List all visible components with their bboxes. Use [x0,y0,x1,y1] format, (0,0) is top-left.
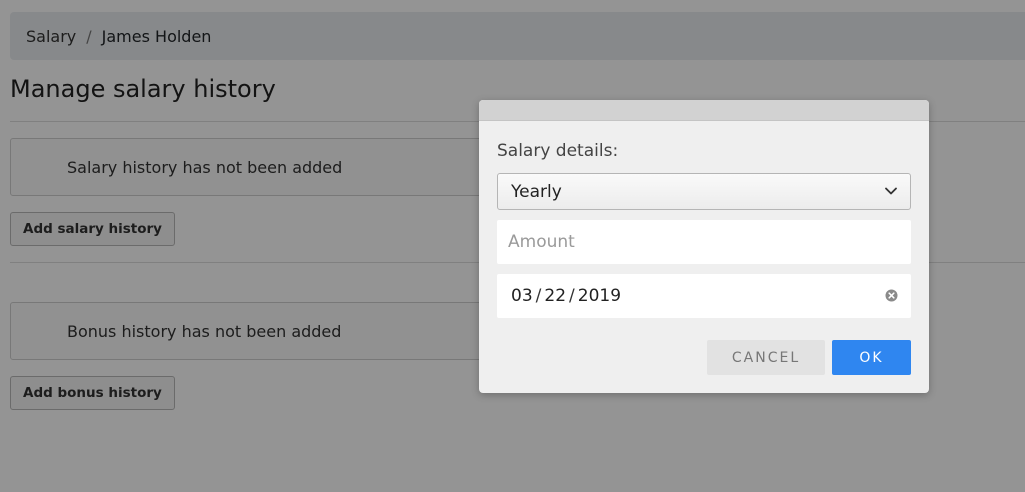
dialog-header [479,100,929,121]
salary-frequency-select[interactable]: Yearly [497,173,911,210]
amount-input[interactable]: Amount [497,220,911,264]
salary-details-label: Salary details: [497,141,619,161]
date-year[interactable]: 2019 [578,286,621,306]
clear-circle-icon[interactable] [885,289,898,302]
chevron-down-icon [885,187,897,195]
amount-placeholder: Amount [508,232,575,252]
date-month[interactable]: 03 [511,286,533,306]
date-separator: / [569,286,575,306]
date-separator: / [535,286,542,306]
date-day[interactable]: 22 [544,286,566,306]
salary-details-dialog: Salary details: Yearly Amount 03/22/2019… [479,100,929,393]
cancel-button[interactable]: CANCEL [707,340,825,375]
ok-button[interactable]: OK [832,340,911,375]
page: Salary / James Holden Manage salary hist… [0,0,1025,492]
date-input[interactable]: 03/22/2019 [497,274,911,318]
salary-frequency-selected: Yearly [511,181,562,202]
